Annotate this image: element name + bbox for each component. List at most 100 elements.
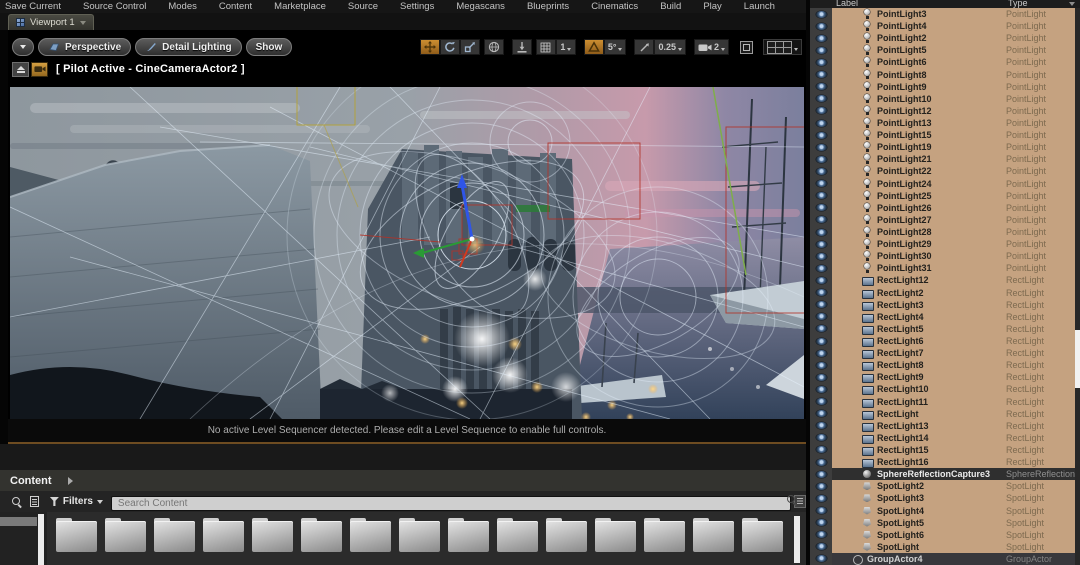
outliner-row[interactable]: SpotLight2 SpotLight xyxy=(810,480,1080,492)
outliner-row[interactable]: PointLight25 PointLight xyxy=(810,190,1080,202)
visibility-toggle[interactable] xyxy=(810,117,832,129)
move-tool-button[interactable] xyxy=(420,39,440,55)
outliner-scrollbar-thumb[interactable] xyxy=(1075,330,1080,388)
menu-item[interactable]: Save Current xyxy=(5,1,61,12)
pilot-camera-button[interactable] xyxy=(31,62,48,77)
folder-icon[interactable] xyxy=(497,518,538,552)
outliner-row[interactable]: GroupActor4 GroupActor xyxy=(810,553,1080,565)
outliner-row[interactable]: RectLight5 RectLight xyxy=(810,323,1080,335)
visibility-toggle[interactable] xyxy=(810,56,832,68)
grid-snap-button[interactable] xyxy=(536,39,556,55)
menu-item[interactable]: Build xyxy=(660,1,681,12)
camera-speed-button[interactable]: 2 xyxy=(694,39,729,55)
outliner-row[interactable]: SpotLight SpotLight xyxy=(810,541,1080,553)
outliner-row[interactable]: PointLight4 PointLight xyxy=(810,20,1080,32)
outliner-row[interactable]: PointLight2 PointLight xyxy=(810,32,1080,44)
outliner-row[interactable]: SpotLight5 SpotLight xyxy=(810,517,1080,529)
outliner-row[interactable]: RectLight10 RectLight xyxy=(810,383,1080,395)
visibility-toggle[interactable] xyxy=(810,287,832,299)
menu-item[interactable]: Content xyxy=(219,1,252,12)
visibility-toggle[interactable] xyxy=(810,311,832,323)
visibility-toggle[interactable] xyxy=(810,214,832,226)
outliner-row[interactable]: PointLight19 PointLight xyxy=(810,141,1080,153)
visibility-toggle[interactable] xyxy=(810,32,832,44)
visibility-toggle[interactable] xyxy=(810,480,832,492)
outliner-row[interactable]: RectLight13 RectLight xyxy=(810,420,1080,432)
column-header-type[interactable]: Type xyxy=(1008,0,1028,8)
visibility-toggle[interactable] xyxy=(810,226,832,238)
menu-item[interactable]: Play xyxy=(703,1,721,12)
scale-snap-value-button[interactable]: 0.25 xyxy=(654,39,686,55)
outliner-row[interactable]: RectLight7 RectLight xyxy=(810,347,1080,359)
outliner-row[interactable]: SphereReflectionCapture3 SphereReflectio… xyxy=(810,468,1080,480)
menu-item[interactable]: Blueprints xyxy=(527,1,569,12)
viewport-layout-button[interactable] xyxy=(763,39,802,55)
outliner-row[interactable]: RectLight14 RectLight xyxy=(810,432,1080,444)
visibility-toggle[interactable] xyxy=(810,492,832,504)
outliner-row[interactable]: PointLight29 PointLight xyxy=(810,238,1080,250)
outliner-row[interactable]: PointLight8 PointLight xyxy=(810,69,1080,81)
visibility-toggle[interactable] xyxy=(810,468,832,480)
perspective-button[interactable]: Perspective xyxy=(38,38,131,56)
folder-icon[interactable] xyxy=(693,518,734,552)
find-asset-button[interactable] xyxy=(10,495,24,509)
outliner-row[interactable]: SpotLight3 SpotLight xyxy=(810,492,1080,504)
visibility-toggle[interactable] xyxy=(810,553,832,565)
breadcrumb-content[interactable]: Content xyxy=(10,475,52,487)
outliner-row[interactable]: RectLight RectLight xyxy=(810,408,1080,420)
visibility-toggle[interactable] xyxy=(810,541,832,553)
sources-panel-button[interactable] xyxy=(28,495,42,509)
visibility-toggle[interactable] xyxy=(810,202,832,214)
outliner-scrollbar-track[interactable] xyxy=(1075,8,1080,565)
outliner-row[interactable]: SpotLight4 SpotLight xyxy=(810,504,1080,516)
folder-icon[interactable] xyxy=(252,518,293,552)
world-coord-button[interactable] xyxy=(484,39,504,55)
outliner-filter-caret-icon[interactable] xyxy=(1069,2,1075,6)
folder-icon[interactable] xyxy=(742,518,783,552)
outliner-row[interactable]: PointLight9 PointLight xyxy=(810,81,1080,93)
menu-item[interactable]: Source xyxy=(348,1,378,12)
maximize-viewport-button[interactable] xyxy=(740,41,753,54)
folder-icon[interactable] xyxy=(595,518,636,552)
save-search-button[interactable] xyxy=(794,495,806,508)
visibility-toggle[interactable] xyxy=(810,44,832,56)
outliner-row[interactable]: PointLight13 PointLight xyxy=(810,117,1080,129)
viewport-scene[interactable] xyxy=(10,87,804,419)
show-button[interactable]: Show xyxy=(246,38,293,56)
folder-icon[interactable] xyxy=(399,518,440,552)
menu-item[interactable]: Cinematics xyxy=(591,1,638,12)
visibility-toggle[interactable] xyxy=(810,93,832,105)
visibility-toggle[interactable] xyxy=(810,8,832,20)
visibility-toggle[interactable] xyxy=(810,274,832,286)
outliner-row[interactable]: SpotLight6 SpotLight xyxy=(810,529,1080,541)
outliner-row[interactable]: PointLight3 PointLight xyxy=(810,8,1080,20)
visibility-toggle[interactable] xyxy=(810,105,832,117)
visibility-toggle[interactable] xyxy=(810,299,832,311)
visibility-toggle[interactable] xyxy=(810,444,832,456)
folder-icon[interactable] xyxy=(448,518,489,552)
column-header-label[interactable]: Label xyxy=(836,0,858,8)
surface-snap-button[interactable] xyxy=(512,39,532,55)
visibility-toggle[interactable] xyxy=(810,262,832,274)
visibility-toggle[interactable] xyxy=(810,432,832,444)
visibility-toggle[interactable] xyxy=(810,323,832,335)
rotation-snap-value-button[interactable]: 5° xyxy=(604,39,627,55)
visibility-toggle[interactable] xyxy=(810,20,832,32)
outliner-row[interactable]: RectLight11 RectLight xyxy=(810,396,1080,408)
menu-item[interactable]: Marketplace xyxy=(274,1,326,12)
menu-item[interactable]: Settings xyxy=(400,1,434,12)
outliner-row[interactable]: PointLight12 PointLight xyxy=(810,105,1080,117)
scale-snap-button[interactable] xyxy=(634,39,654,55)
folder-icon[interactable] xyxy=(350,518,391,552)
outliner-row[interactable]: PointLight26 PointLight xyxy=(810,202,1080,214)
visibility-toggle[interactable] xyxy=(810,81,832,93)
outliner-row[interactable]: RectLight4 RectLight xyxy=(810,311,1080,323)
outliner-row[interactable]: PointLight31 PointLight xyxy=(810,262,1080,274)
rotate-tool-button[interactable] xyxy=(440,39,460,55)
folder-icon[interactable] xyxy=(301,518,342,552)
content-scrollbar[interactable] xyxy=(794,516,800,563)
visibility-toggle[interactable] xyxy=(810,517,832,529)
outliner-row[interactable]: PointLight5 PointLight xyxy=(810,44,1080,56)
outliner-row[interactable]: PointLight22 PointLight xyxy=(810,165,1080,177)
filters-button[interactable]: Filters xyxy=(48,496,111,507)
